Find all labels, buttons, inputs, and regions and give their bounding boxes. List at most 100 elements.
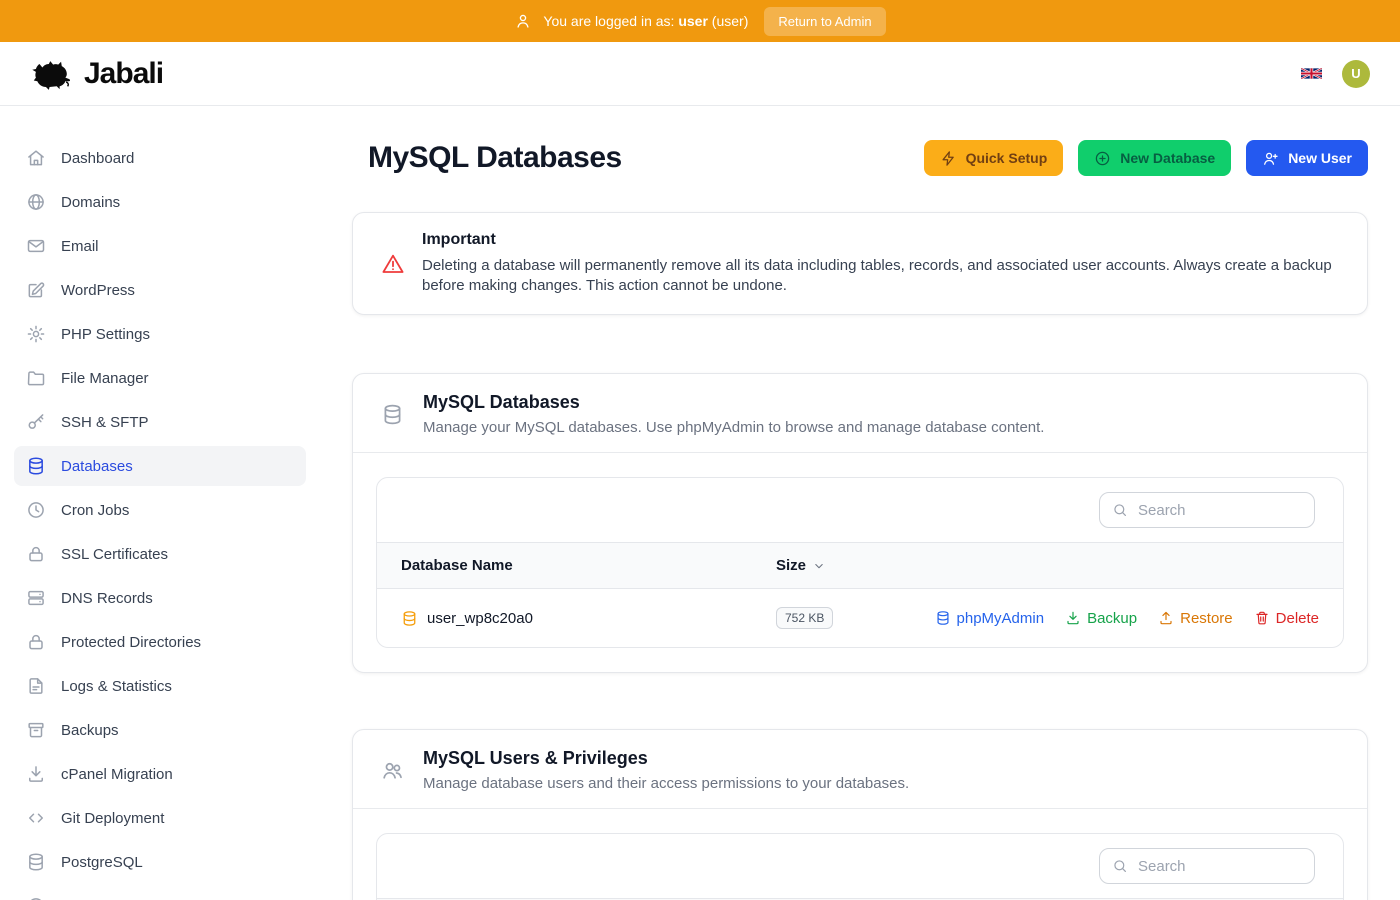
sidebar-item-logs-statistics[interactable]: Logs & Statistics bbox=[14, 666, 306, 706]
sidebar-item-label: Dashboard bbox=[61, 150, 134, 167]
sidebar-item-postgresql[interactable]: PostgreSQL bbox=[14, 842, 306, 882]
sidebar-item-backups[interactable]: Backups bbox=[14, 710, 306, 750]
sidebar-item-label: Domains bbox=[61, 194, 120, 211]
sidebar-item-ssl-certificates[interactable]: SSL Certificates bbox=[14, 534, 306, 574]
database-icon bbox=[381, 403, 404, 426]
users-section: MySQL Users & Privileges Manage database… bbox=[352, 729, 1368, 900]
backup-link[interactable]: Backup bbox=[1065, 610, 1137, 627]
database-icon bbox=[935, 610, 951, 626]
logged-in-username: user bbox=[678, 13, 708, 29]
phpmyadmin-link[interactable]: phpMyAdmin bbox=[935, 610, 1045, 627]
sidebar-item-label: DNS Records bbox=[61, 590, 153, 607]
databases-section-title: MySQL Databases bbox=[423, 392, 1044, 413]
brand-logo[interactable]: Jabali bbox=[28, 57, 163, 91]
file-icon bbox=[26, 676, 46, 696]
sidebar-item-dns-records[interactable]: DNS Records bbox=[14, 578, 306, 618]
databases-table-header: Database Name Size bbox=[377, 542, 1343, 588]
mail-icon bbox=[26, 236, 46, 256]
sidebar-item-wordpress[interactable]: WordPress bbox=[14, 270, 306, 310]
new-database-button[interactable]: New Database bbox=[1078, 140, 1231, 176]
delete-link[interactable]: Delete bbox=[1254, 610, 1319, 627]
sidebar-item-git-deployment[interactable]: Git Deployment bbox=[14, 798, 306, 838]
sidebar-item-ssh-sftp[interactable]: SSH & SFTP bbox=[14, 402, 306, 442]
logged-in-role: (user) bbox=[712, 13, 749, 29]
brand-name: Jabali bbox=[84, 57, 163, 91]
sidebar-item-cpanel-migration[interactable]: cPanel Migration bbox=[14, 754, 306, 794]
sidebar-item-php-settings[interactable]: PHP Settings bbox=[14, 314, 306, 354]
databases-search bbox=[1099, 492, 1315, 528]
sidebar-item-label: PHP Settings bbox=[61, 326, 150, 343]
lightning-icon bbox=[940, 150, 957, 167]
impersonation-banner: You are logged in as: user (user) Return… bbox=[0, 0, 1400, 42]
sidebar-item-label: WordPress bbox=[61, 282, 135, 299]
lock-icon bbox=[26, 544, 46, 564]
sidebar-item-email[interactable]: Email bbox=[14, 226, 306, 266]
sidebar-item-protected-directories[interactable]: Protected Directories bbox=[14, 622, 306, 662]
main-content: MySQL Databases Quick Setup New Database… bbox=[320, 106, 1400, 900]
databases-section: MySQL Databases Manage your MySQL databa… bbox=[352, 373, 1368, 673]
plus-circle-icon bbox=[1094, 150, 1111, 167]
download-icon bbox=[26, 764, 46, 784]
sidebar-item-label: SSH & SFTP bbox=[61, 414, 149, 431]
search-icon bbox=[1112, 502, 1128, 518]
sidebar-item-label: File Manager bbox=[61, 370, 149, 387]
clock-icon bbox=[26, 500, 46, 520]
database-size-badge: 752 KB bbox=[776, 607, 833, 629]
sidebar-item-cron-jobs[interactable]: Cron Jobs bbox=[14, 490, 306, 530]
sidebar-item-label: Email bbox=[61, 238, 99, 255]
page-title: MySQL Databases bbox=[368, 141, 622, 175]
key-icon bbox=[26, 412, 46, 432]
users-icon bbox=[381, 759, 404, 782]
database-name: user_wp8c20a0 bbox=[427, 610, 533, 627]
sidebar-item-databases[interactable]: Databases bbox=[14, 446, 306, 486]
trash-icon bbox=[1254, 610, 1270, 626]
sidebar-nav: Dashboard Domains Email WordPress PHP Se… bbox=[0, 106, 320, 900]
sidebar-item-label: Git Deployment bbox=[61, 810, 164, 827]
restore-link[interactable]: Restore bbox=[1158, 610, 1233, 627]
logged-in-message: You are logged in as: user (user) bbox=[514, 12, 748, 30]
sidebar-item-label: SSL Certificates bbox=[61, 546, 168, 563]
database-icon bbox=[26, 456, 46, 476]
quick-setup-button[interactable]: Quick Setup bbox=[924, 140, 1064, 176]
chevron-down-icon bbox=[812, 559, 826, 573]
globe-icon bbox=[26, 192, 46, 212]
language-flag-icon[interactable] bbox=[1301, 66, 1322, 81]
download-icon bbox=[1065, 610, 1081, 626]
edit-icon bbox=[26, 280, 46, 300]
return-to-admin-button[interactable]: Return to Admin bbox=[764, 7, 885, 36]
users-search-input[interactable] bbox=[1136, 857, 1302, 876]
gear-icon bbox=[26, 324, 46, 344]
important-notice: Important Deleting a database will perma… bbox=[352, 212, 1368, 315]
notice-body: Deleting a database will permanently rem… bbox=[422, 256, 1339, 296]
archive-icon bbox=[26, 720, 46, 740]
sidebar-item-label: PostgreSQL bbox=[61, 854, 143, 871]
sidebar-item-partial[interactable] bbox=[14, 886, 306, 900]
code-icon bbox=[26, 808, 46, 828]
sidebar-item-label: Logs & Statistics bbox=[61, 678, 172, 695]
upload-icon bbox=[1158, 610, 1174, 626]
sidebar-item-label: Cron Jobs bbox=[61, 502, 129, 519]
sidebar-item-label: Backups bbox=[61, 722, 119, 739]
sidebar-item-label: Databases bbox=[61, 458, 133, 475]
databases-section-subtitle: Manage your MySQL databases. Use phpMyAd… bbox=[423, 419, 1044, 436]
new-user-button[interactable]: New User bbox=[1246, 140, 1368, 176]
clock-icon bbox=[26, 896, 46, 900]
database-icon bbox=[401, 610, 418, 627]
lock-icon bbox=[26, 632, 46, 652]
databases-search-input[interactable] bbox=[1136, 501, 1302, 520]
table-row: user_wp8c20a0 752 KB phpMyAdmin Backup bbox=[377, 588, 1343, 647]
server-icon bbox=[26, 588, 46, 608]
user-avatar[interactable]: U bbox=[1342, 60, 1370, 88]
sidebar-item-dashboard[interactable]: Dashboard bbox=[14, 138, 306, 178]
boar-logo-icon bbox=[28, 57, 74, 91]
sidebar-item-file-manager[interactable]: File Manager bbox=[14, 358, 306, 398]
sidebar-item-domains[interactable]: Domains bbox=[14, 182, 306, 222]
column-database-name: Database Name bbox=[401, 557, 776, 574]
search-icon bbox=[1112, 858, 1128, 874]
app-header: Jabali U bbox=[0, 42, 1400, 106]
notice-title: Important bbox=[422, 231, 1339, 249]
users-section-title: MySQL Users & Privileges bbox=[423, 748, 909, 769]
column-size-sort[interactable]: Size bbox=[776, 557, 1319, 574]
users-search bbox=[1099, 848, 1315, 884]
users-section-subtitle: Manage database users and their access p… bbox=[423, 775, 909, 792]
